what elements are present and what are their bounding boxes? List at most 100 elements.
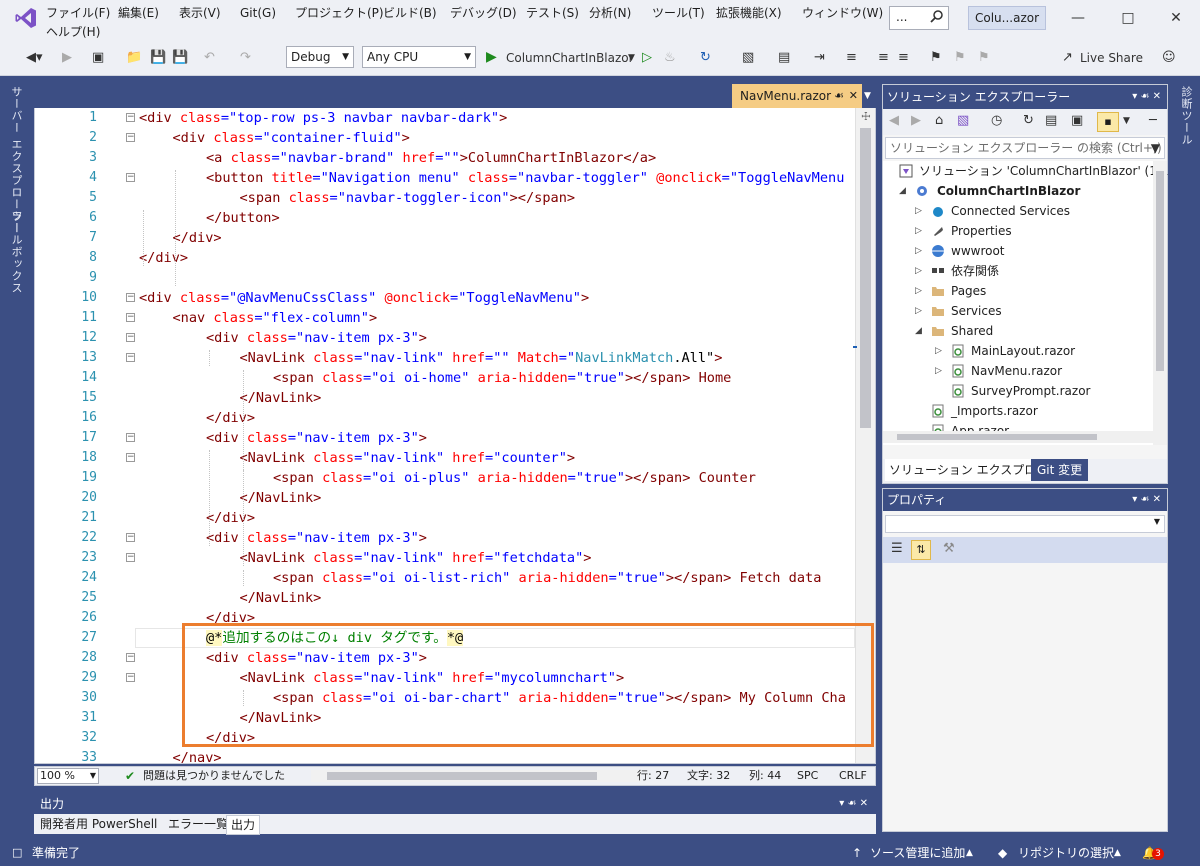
open-folder-icon[interactable]: 📁 [126,50,142,66]
code-line[interactable]: </nav> [173,748,222,763]
menu-test[interactable]: テスト(S) [526,5,579,21]
pin-icon[interactable]: ☙ [834,84,844,108]
code-line[interactable]: <nav class="flex-column"> [173,308,378,328]
tab-navmenu-razor[interactable]: NavMenu.razor ☙ ✕ [732,84,862,108]
solution-name-chip[interactable]: Colu...azor [968,6,1046,30]
menu-file[interactable]: ファイル(F) [46,5,110,21]
fold-toggle-icon[interactable]: − [126,333,135,342]
save-icon[interactable]: 💾 [150,50,166,66]
tab-output[interactable]: 出力 [226,815,261,835]
fold-toggle-icon[interactable]: − [126,653,135,662]
tab-git-changes[interactable]: Git 変更 [1031,459,1089,481]
panel-controls-icon[interactable]: ▾ ☙ ✕ [1132,489,1161,511]
menu-project[interactable]: プロジェクト(P) [295,5,384,21]
horizontal-scrollbar[interactable] [311,770,641,782]
code-line[interactable]: </div> [173,228,222,248]
search-box[interactable]: ... [889,6,949,30]
collapsed-arrow-icon[interactable]: ▷ [935,341,942,361]
tab-developer-powershell[interactable]: 開発者用 PowerShell [36,815,161,833]
code-line[interactable]: </NavLink> [240,488,322,508]
menu-analyze[interactable]: 分析(N) [589,5,631,21]
tree-item[interactable]: _Imports.razor [951,401,1038,421]
space-indicator[interactable]: SPC [797,767,818,785]
code-line[interactable]: <div class="nav-item px-3"> [206,428,427,448]
expanded-arrow-icon[interactable]: ◢ [899,181,906,201]
code-line[interactable]: <a class="navbar-brand" href="">ColumnCh… [206,148,656,168]
indent-icon[interactable]: ≡ [878,50,889,66]
diagnostic-tools-tab[interactable]: 診断ツール [1178,86,1194,146]
step-icon[interactable]: ⇥ [814,50,825,66]
panel-controls-icon[interactable]: ▾ ☙ ✕ [1132,85,1161,109]
scrollbar-thumb[interactable] [1156,171,1164,371]
history-icon[interactable]: ◷ [991,113,1002,129]
new-item-icon[interactable]: ▣ [92,50,104,66]
chevron-down-icon[interactable]: ▼ [1123,113,1130,129]
home-icon[interactable]: ⌂ [935,113,943,129]
back-icon[interactable]: ◀▾ [26,50,43,66]
menu-edit[interactable]: 編集(E) [118,5,159,21]
solution-tree[interactable]: ソリューション 'ColumnChartInBlazor' (1/1 プ ◢ C… [883,161,1184,445]
code-line[interactable]: <div class="top-row ps-3 navbar navbar-d… [139,108,507,128]
switch-view-icon[interactable]: ▧ [957,113,969,129]
tree-item[interactable]: Properties [951,221,1012,241]
platform-select[interactable]: Any CPU ▼ [362,46,476,68]
menu-build[interactable]: ビルド(B) [383,5,437,21]
tree-item[interactable]: Services [951,301,1002,321]
fold-toggle-icon[interactable]: − [126,293,135,302]
tree-item[interactable]: wwwroot [951,241,1005,261]
code-line[interactable]: <NavLink class="nav-link" href="counter"… [240,448,576,468]
minimize-icon[interactable]: — [1060,6,1096,30]
browser-link-icon[interactable]: ▧ [742,50,754,66]
forward-icon[interactable]: ▶ [62,50,72,66]
code-line[interactable]: <div class="nav-item px-3"> [206,328,427,348]
run-target-button[interactable]: ColumnChartInBlazor [506,50,634,66]
tree-item[interactable]: Pages [951,281,986,301]
fold-toggle-icon[interactable]: − [126,453,135,462]
toolbox-tab[interactable]: ツールボックス [8,210,24,294]
chevron-up-icon[interactable]: ▲ [1114,840,1121,866]
menu-debug[interactable]: デバッグ(D) [450,5,517,21]
collapsed-arrow-icon[interactable]: ▷ [935,361,942,381]
properties-icon[interactable]: ─ [1149,113,1157,129]
run-icon[interactable]: ▶ [486,49,497,65]
categorized-icon[interactable]: ☰ [891,541,903,557]
start-without-debug-icon[interactable]: ▷ [642,50,652,66]
preview-selected-icon[interactable]: ▪ [1097,112,1119,132]
menu-extensions[interactable]: 拡張機能(X) [716,5,782,21]
menu-tools[interactable]: ツール(T) [652,5,705,21]
menu-view[interactable]: 表示(V) [179,5,221,21]
fold-toggle-icon[interactable]: − [126,533,135,542]
collapse-all-icon[interactable]: ▤ [1045,113,1057,129]
show-all-files-icon[interactable]: ▣ [1071,113,1083,129]
bookmark-icon[interactable]: ⚑ [930,50,942,66]
menu-help[interactable]: ヘルプ(H) [46,24,100,40]
code-line[interactable]: </NavLink> [240,388,322,408]
scrollbar-thumb[interactable] [897,434,1097,440]
visual-studio-logo-icon[interactable] [14,6,38,30]
chevron-up-icon[interactable]: ▲ [966,840,973,866]
code-line[interactable]: </button> [206,208,280,228]
tree-item[interactable]: Shared [951,321,993,341]
eol-indicator[interactable]: CRLF [839,767,867,785]
tree-item[interactable]: NavMenu.razor [971,361,1062,381]
maximize-icon[interactable]: □ [1110,6,1146,30]
comment-icon[interactable]: ≡ [846,50,857,66]
tab-error-list[interactable]: エラー一覧 [164,815,232,833]
tab-dropdown-icon[interactable]: ▼ [864,84,876,108]
account-icon[interactable]: ☺ [1162,50,1176,66]
bookmark-next-icon[interactable]: ⚑ [978,50,990,66]
scrollbar-thumb[interactable] [860,128,871,428]
save-all-icon[interactable]: 💾 [172,50,188,66]
code-line[interactable]: </div> [206,408,255,428]
close-tab-icon[interactable]: ✕ [849,84,858,108]
live-share-icon[interactable]: ↗ [1062,50,1073,66]
collapsed-arrow-icon[interactable]: ▷ [915,261,922,281]
solution-search-input[interactable]: ソリューション エクスプローラー の検索 (Ctrl+;) ▼ [885,137,1165,159]
code-line[interactable]: <div class="nav-item px-3"> [206,528,427,548]
code-line[interactable]: <span class="oi oi-list-rich" aria-hidde… [273,568,821,588]
code-line[interactable]: </NavLink> [240,588,322,608]
chevron-down-icon[interactable]: ▼ [628,50,635,66]
code-line[interactable]: <span class="navbar-toggler-icon"></span… [240,188,576,208]
panel-controls-icon[interactable]: ▾ ☙ ✕ [839,794,868,814]
code-line[interactable]: <NavLink class="nav-link" href="fetchdat… [240,548,592,568]
